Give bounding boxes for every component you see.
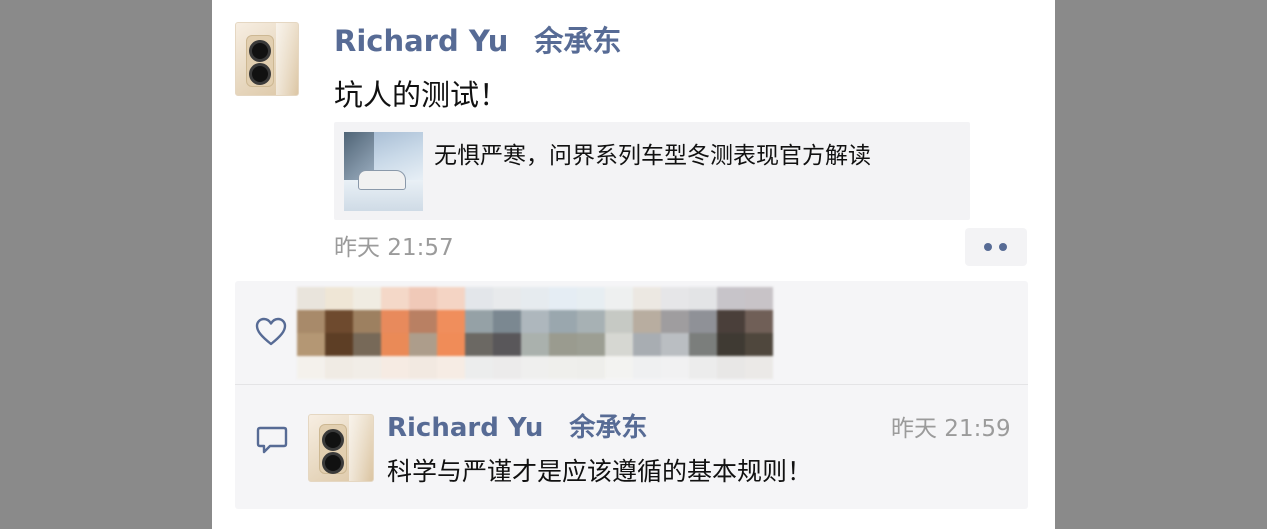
post-content: 坑人的测试！ xyxy=(334,78,509,112)
post-author-name-cn: 余承东 xyxy=(534,24,622,58)
shared-link-card[interactable]: 无惧严寒，问界系列车型冬测表现官方解读 xyxy=(334,122,970,220)
comment-timestamp: 昨天 21:59 xyxy=(891,416,1011,442)
comment-author-name-en: Richard Yu xyxy=(387,413,544,443)
post-author-avatar[interactable] xyxy=(235,22,299,96)
comment-author-name[interactable]: Richard Yu 余承东 xyxy=(387,411,647,445)
post-author-name[interactable]: Richard Yu 余承东 xyxy=(334,22,621,60)
heart-outline-icon xyxy=(255,317,287,346)
interaction-area: Richard Yu 余承东 昨天 21:59 科学与严谨才是应该遵循的基本规则！ xyxy=(235,281,1028,509)
comment-author-name-cn: 余承东 xyxy=(569,413,648,443)
link-title: 无惧严寒，问界系列车型冬测表现官方解读 xyxy=(434,143,871,169)
liked-by-avatars-blurred xyxy=(297,287,773,379)
speech-bubble-icon xyxy=(256,426,288,454)
more-actions-button[interactable] xyxy=(965,228,1027,266)
post-timestamp: 昨天 21:57 xyxy=(334,235,454,261)
post-author-name-en: Richard Yu xyxy=(334,24,509,58)
comment-content[interactable]: 科学与严谨才是应该遵循的基本规则！ xyxy=(387,455,812,489)
likes-comments-divider xyxy=(235,384,1028,385)
comment-author-avatar[interactable] xyxy=(308,414,374,482)
moments-panel: Richard Yu 余承东 坑人的测试！ 无惧严寒，问界系列车型冬测表现官方解读… xyxy=(212,0,1055,529)
link-thumbnail xyxy=(344,132,423,211)
